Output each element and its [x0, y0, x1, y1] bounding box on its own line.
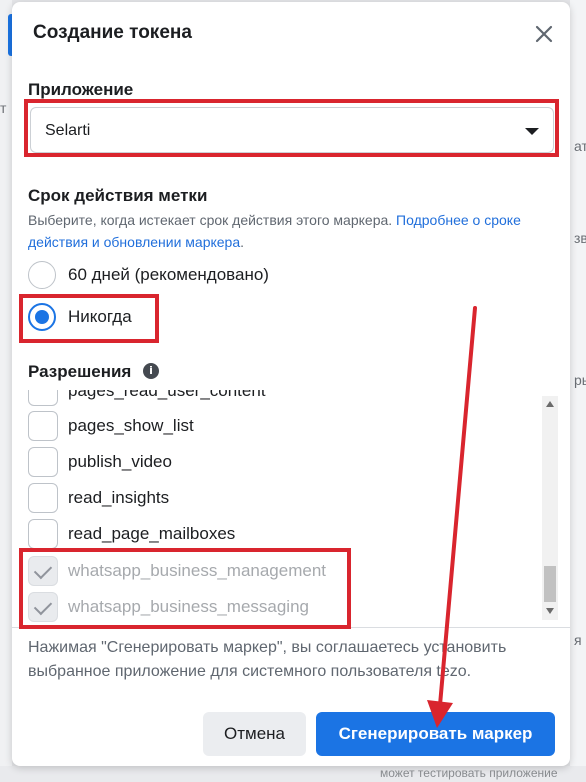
permission-label: publish_video [68, 452, 172, 471]
annotation-box-application [24, 99, 559, 157]
background-right-strip [570, 0, 586, 782]
permission-label: read_insights [68, 488, 170, 507]
checkbox[interactable] [28, 411, 58, 441]
scroll-down-arrow-icon[interactable] [546, 608, 554, 614]
radio-label: 60 дней (рекомендовано) [68, 265, 269, 284]
radio-button[interactable] [28, 261, 56, 289]
dialog-title: Создание токена [33, 22, 192, 43]
annotation-box-whatsapp [19, 548, 351, 629]
permission-label: pages_read_user_content [68, 390, 266, 400]
background-fragment: я [574, 632, 582, 648]
permissions-scrollbar[interactable] [542, 396, 558, 620]
background-fragment: т [0, 100, 7, 116]
scroll-up-arrow-icon[interactable] [546, 401, 554, 407]
cancel-button[interactable]: Отмена [203, 712, 306, 756]
close-icon[interactable] [532, 22, 556, 46]
consent-text: Нажимая "Сгенерировать маркер", вы согла… [28, 639, 507, 680]
expiry-label: Срок действия метки [28, 186, 208, 205]
scroll-thumb[interactable] [544, 566, 556, 602]
info-icon[interactable]: i [143, 363, 159, 379]
checkbox[interactable] [28, 519, 58, 549]
permission-label: pages_show_list [68, 416, 194, 435]
background-fragment: ры [574, 372, 586, 388]
application-label: Приложение [28, 80, 134, 99]
checkbox[interactable] [28, 483, 58, 513]
background-bottom-text: может тестировать приложение [380, 766, 558, 780]
permissions-label: Разрешения [28, 362, 132, 381]
permission-label: read_page_mailboxes [68, 524, 236, 543]
checkbox[interactable] [28, 390, 58, 406]
expiry-description-tail: . [240, 234, 245, 250]
checkbox[interactable] [28, 447, 58, 477]
expiry-description-text: Выберите, когда истекает срок действия э… [28, 212, 397, 228]
expiry-description: Выберите, когда истекает срок действия э… [28, 209, 528, 253]
background-fragment: зв [574, 230, 586, 246]
background-left-strip [0, 0, 12, 782]
annotation-box-never [19, 294, 159, 343]
generate-token-button[interactable]: Сгенерировать маркер [316, 712, 555, 756]
background-fragment: ат [574, 138, 586, 154]
